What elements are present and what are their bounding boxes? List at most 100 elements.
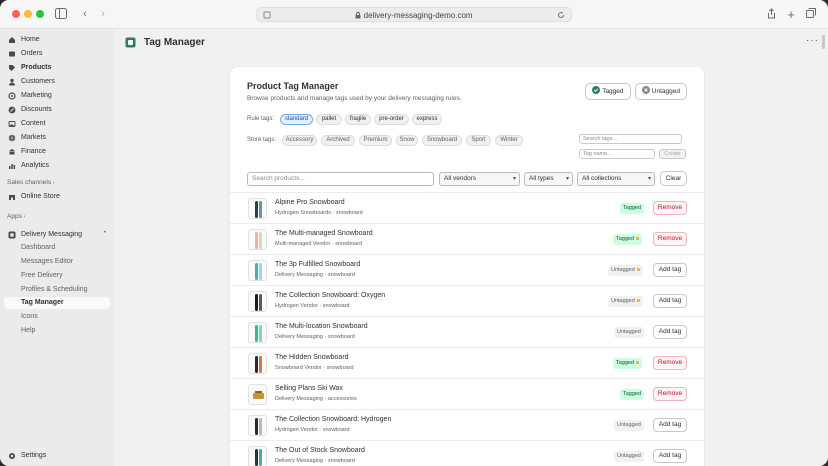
status-dot-icon <box>636 237 640 241</box>
store-tag-archived[interactable]: Archived <box>321 135 355 146</box>
product-name[interactable]: The Hidden Snowboard <box>275 354 349 361</box>
sidebar-subitem-profiles-scheduling[interactable]: Profiles & Scheduling <box>4 284 110 296</box>
tag-name-input[interactable]: Tag name... <box>579 149 655 159</box>
more-options-icon[interactable]: • <box>104 230 106 236</box>
product-row[interactable]: The Out of Stock Snowboard Delivery Mess… <box>230 440 704 466</box>
product-name[interactable]: Selling Plans Ski Wax <box>275 385 343 392</box>
sidebar-subitem-tag-manager[interactable]: Tag Manager <box>4 297 110 309</box>
store-tag-accessory[interactable]: Accessory <box>282 135 317 146</box>
sidebar-item-discounts[interactable]: Discounts <box>4 104 110 116</box>
address-bar[interactable]: delivery-messaging-demo.com <box>256 7 572 22</box>
remove-tag-button[interactable]: Remove <box>653 201 687 215</box>
rule-tag-pallet[interactable]: pallet <box>316 114 342 125</box>
add-tag-button[interactable]: Add tag <box>653 263 687 277</box>
add-tag-button[interactable]: Add tag <box>653 325 687 339</box>
sidebar-item-products[interactable]: Products <box>4 62 110 74</box>
add-tag-button[interactable]: Add tag <box>653 449 687 463</box>
sidebar-subitem-free-delivery[interactable]: Free Delivery <box>4 270 110 282</box>
store-tag-sport[interactable]: Sport <box>466 135 491 146</box>
globe-icon <box>8 134 16 142</box>
status-badge: Tagged <box>620 389 645 400</box>
types-select[interactable]: All types ▾ <box>524 172 573 186</box>
product-name[interactable]: The Collection Snowboard: Oxygen <box>275 292 385 299</box>
product-row[interactable]: The Multi-managed Snowboard Multi-manage… <box>230 223 704 254</box>
clear-filters-button[interactable]: Clear <box>660 171 687 186</box>
product-row[interactable]: The Collection Snowboard: Hydrogen Hydro… <box>230 409 704 440</box>
product-name[interactable]: Alpine Pro Snowboard <box>275 199 345 206</box>
scrollbar[interactable] <box>822 35 825 49</box>
product-name[interactable]: The Multi-managed Snowboard <box>275 230 373 237</box>
sidebar-item-content[interactable]: Content <box>4 118 110 130</box>
product-row[interactable]: The 3p Fulfilled Snowboard Delivery Mess… <box>230 254 704 285</box>
search-products-input[interactable]: Search products... <box>247 172 434 186</box>
sidebar-toggle-icon[interactable] <box>55 8 67 21</box>
sales-channels-heading[interactable]: Sales channels › <box>7 179 55 186</box>
rule-tag-standard[interactable]: standard <box>280 114 313 125</box>
rule-tag-fragile[interactable]: fragile <box>345 114 371 125</box>
reload-icon[interactable] <box>557 11 565 19</box>
product-row[interactable]: Selling Plans Ski Wax Delivery Messaging… <box>230 378 704 409</box>
remove-tag-button[interactable]: Remove <box>653 387 687 401</box>
product-meta: Delivery Messaging · snowboard <box>275 334 355 340</box>
product-name[interactable]: The Multi-location Snowboard <box>275 323 368 330</box>
sidebar-item-home[interactable]: Home <box>4 34 110 46</box>
create-tag-button[interactable]: Create <box>659 149 686 159</box>
sidebar-item-markets[interactable]: Markets <box>4 132 110 144</box>
add-tag-button[interactable]: Add tag <box>653 294 687 308</box>
sidebar-item-delivery-messaging[interactable]: Delivery Messaging • <box>4 229 110 241</box>
app-icon <box>8 231 16 239</box>
sidebar-item-marketing[interactable]: Marketing <box>4 90 110 102</box>
sidebar-subitem-help[interactable]: Help <box>4 325 110 337</box>
store-tag-winter[interactable]: Winter <box>495 135 523 146</box>
tag-icon <box>9 65 15 71</box>
sidebar-item-online-store[interactable]: Online Store <box>4 191 110 203</box>
gear-icon <box>9 453 15 459</box>
sidebar-item-customers[interactable]: Customers <box>4 76 110 88</box>
product-row[interactable]: The Multi-location Snowboard Delivery Me… <box>230 316 704 347</box>
sidebar-item-finance[interactable]: Finance <box>4 146 110 158</box>
more-actions-icon[interactable]: ··· <box>806 35 819 46</box>
close-window-button[interactable] <box>12 10 20 18</box>
store-tags-label: Store tags: <box>247 137 277 143</box>
zoom-window-button[interactable] <box>36 10 44 18</box>
collections-select[interactable]: All collections ▾ <box>577 172 655 186</box>
product-thumbnail <box>248 384 267 405</box>
sidebar-subitem-messages-editor[interactable]: Messages Editor <box>4 256 110 268</box>
back-icon[interactable]: ‹ <box>80 8 90 21</box>
product-row[interactable]: The Collection Snowboard: Oxygen Hydroge… <box>230 285 704 316</box>
product-name[interactable]: The Out of Stock Snowboard <box>275 447 365 454</box>
sidebar-item-settings[interactable]: Settings <box>4 450 110 462</box>
product-name[interactable]: The 3p Fulfilled Snowboard <box>275 261 360 268</box>
store-tag-snow[interactable]: Snow <box>396 135 418 146</box>
sidebar-item-orders[interactable]: Orders <box>4 48 110 60</box>
sidebar-subitem-dashboard[interactable]: Dashboard <box>4 242 110 254</box>
remove-tag-button[interactable]: Remove <box>653 356 687 370</box>
status-badge: Untagged <box>614 420 644 431</box>
add-tag-button[interactable]: Add tag <box>653 418 687 432</box>
store-tag-premium[interactable]: Premium <box>359 135 392 146</box>
product-name[interactable]: The Collection Snowboard: Hydrogen <box>275 416 391 423</box>
sidebar-subitem-label: Tag Manager <box>21 299 64 306</box>
search-tags-input[interactable]: Search tags... <box>579 134 682 144</box>
check-circle-icon <box>592 86 601 94</box>
new-tab-icon[interactable]: + <box>786 8 796 21</box>
tagged-filter-button[interactable]: Tagged <box>585 83 631 100</box>
rule-tag-pre-order[interactable]: pre-order <box>374 114 409 125</box>
remove-tag-button[interactable]: Remove <box>653 232 687 246</box>
tab-overview-icon[interactable] <box>806 8 816 21</box>
product-row[interactable]: The Hidden Snowboard Snowboard Vendor · … <box>230 347 704 378</box>
bank-icon <box>9 149 15 155</box>
share-icon[interactable] <box>766 8 776 21</box>
sidebar-subitem-icons[interactable]: Icons <box>4 311 110 323</box>
apps-heading[interactable]: Apps › <box>7 213 25 220</box>
vendors-select[interactable]: All vendors ▾ <box>439 172 520 186</box>
untagged-filter-button[interactable]: Untagged <box>635 83 687 100</box>
sidebar-item-label: Analytics <box>21 162 50 169</box>
admin-sidebar: Home Orders Products Customers Marketing… <box>0 29 114 466</box>
sidebar-item-analytics[interactable]: Analytics <box>4 160 110 172</box>
minimize-window-button[interactable] <box>24 10 32 18</box>
rule-tag-express[interactable]: express <box>412 114 442 125</box>
product-row[interactable]: Alpine Pro Snowboard Hydrogen Snowboards… <box>230 192 704 223</box>
forward-icon[interactable]: › <box>98 8 108 21</box>
store-tag-snowboard[interactable]: Snowboard <box>422 135 462 146</box>
